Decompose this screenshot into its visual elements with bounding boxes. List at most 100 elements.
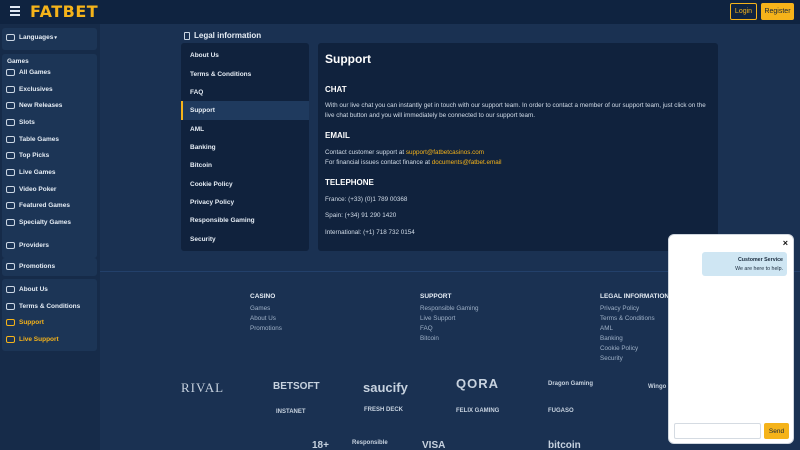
top-picks-icon: [6, 152, 15, 159]
sidebar-item-live-games[interactable]: Live Games: [6, 169, 56, 176]
chat-agent-name: Customer Service: [737, 257, 783, 263]
footer-support-column: SUPPORT Responsible Gaming Live Support …: [420, 292, 478, 344]
legal-menu-bitcoin[interactable]: Bitcoin: [190, 162, 212, 169]
about-icon: [6, 286, 15, 293]
games-heading: Games: [7, 58, 29, 65]
video-poker-icon: [6, 186, 15, 193]
age-restriction-badge: 18+: [312, 440, 329, 450]
legal-heading: Legal information: [184, 31, 261, 40]
footer-link[interactable]: Cookie Policy: [600, 344, 669, 354]
chat-message-input[interactable]: [674, 423, 761, 439]
sidebar-item-about-us[interactable]: About Us: [6, 286, 48, 293]
support-content: Support CHAT With our live chat you can …: [318, 43, 718, 251]
email-heading: EMAIL: [325, 131, 350, 140]
sidebar-item-featured-games[interactable]: Featured Games: [6, 202, 70, 209]
sidebar-item-specialty-games[interactable]: Specialty Games: [6, 219, 71, 226]
chat-agent-message: We are here to help.: [735, 266, 783, 272]
sidebar-item-slots[interactable]: Slots: [6, 119, 35, 126]
footer-link[interactable]: Promotions: [250, 324, 282, 334]
provider-logo-dragon-gaming: Dragon Gaming: [548, 381, 594, 387]
sidebar-item-providers[interactable]: Providers: [6, 242, 49, 249]
footer-casino-heading: CASINO: [250, 293, 276, 300]
all-games-icon: [6, 69, 15, 76]
provider-logo-wingo: Wingo: [648, 384, 667, 390]
menu-icon[interactable]: [10, 6, 20, 16]
legal-menu-terms[interactable]: Terms & Conditions: [190, 71, 251, 78]
sidebar-item-support[interactable]: Support: [6, 319, 44, 326]
sidebar-item-video-poker[interactable]: Video Poker: [6, 186, 56, 193]
table-games-icon: [6, 136, 15, 143]
provider-logo-fresh-deck: FRESH DECK: [364, 407, 404, 413]
providers-icon: [6, 242, 15, 249]
chat-heading: CHAT: [325, 85, 347, 94]
phone-spain: Spain: (+34) 91 290 1420: [325, 212, 397, 219]
footer-link[interactable]: Games: [250, 304, 282, 314]
site-logo[interactable]: FATBET: [30, 2, 98, 21]
provider-logo-fugaso: FUGASO: [548, 408, 574, 414]
chat-icon: [6, 336, 15, 343]
sidebar-item-terms[interactable]: Terms & Conditions: [6, 303, 80, 310]
page-title: Support: [325, 52, 371, 66]
footer-legal-column: LEGAL INFORMATION Privacy Policy Terms &…: [600, 292, 669, 364]
provider-logo-betsoft: BETSOFT: [273, 381, 320, 392]
specialty-games-icon: [6, 219, 15, 226]
login-button[interactable]: Login: [730, 3, 757, 20]
legal-menu-support[interactable]: Support: [190, 107, 215, 114]
telephone-heading: TELEPHONE: [325, 178, 374, 187]
footer-link[interactable]: Terms & Conditions: [600, 314, 669, 324]
slots-icon: [6, 119, 15, 126]
sidebar: Languages ▾ Games All Games Exclusives Ne…: [0, 24, 100, 450]
footer-link[interactable]: Live Support: [420, 314, 478, 324]
chat-text: With our live chat you can instantly get…: [325, 102, 706, 119]
support-email-link[interactable]: support@fatbetcasinos.com: [406, 149, 484, 156]
finance-email-link[interactable]: documents@fatbet.email: [432, 159, 502, 166]
terms-icon: [6, 303, 15, 310]
email-line-finance: For financial issues contact finance at …: [325, 159, 502, 166]
sidebar-item-all-games[interactable]: All Games: [6, 69, 51, 76]
register-button[interactable]: Register: [761, 3, 794, 20]
live-games-icon: [6, 169, 15, 176]
provider-logo-rival: RIVAL: [181, 380, 225, 395]
languages-selector[interactable]: Languages ▾: [6, 34, 57, 41]
close-icon[interactable]: ×: [783, 238, 788, 248]
sidebar-item-exclusives[interactable]: Exclusives: [6, 86, 53, 93]
document-icon: [184, 31, 190, 40]
sidebar-item-promotions[interactable]: Promotions: [6, 263, 55, 270]
legal-menu-aml[interactable]: AML: [190, 126, 204, 133]
sidebar-item-live-support[interactable]: Live Support: [6, 336, 59, 343]
legal-menu-cookie-policy[interactable]: Cookie Policy: [190, 181, 233, 188]
footer-link[interactable]: FAQ: [420, 324, 478, 334]
exclusives-icon: [6, 86, 15, 93]
footer-link[interactable]: Responsible Gaming: [420, 304, 478, 314]
legal-menu-banking[interactable]: Banking: [190, 144, 216, 151]
chat-send-button[interactable]: Send: [764, 423, 789, 439]
chevron-down-icon: ▾: [54, 34, 57, 41]
sidebar-item-top-picks[interactable]: Top Picks: [6, 152, 49, 159]
legal-menu-privacy-policy[interactable]: Privacy Policy: [190, 199, 234, 206]
legal-menu: About Us Terms & Conditions FAQ Support …: [181, 43, 309, 251]
footer-link[interactable]: About Us: [250, 314, 282, 324]
sidebar-item-table-games[interactable]: Table Games: [6, 136, 59, 143]
legal-menu-faq[interactable]: FAQ: [190, 89, 203, 96]
globe-icon: [6, 34, 15, 41]
visa-logo: VISA: [422, 440, 446, 450]
footer-legal-heading: LEGAL INFORMATION: [600, 293, 670, 300]
sidebar-item-new-releases[interactable]: New Releases: [6, 102, 62, 109]
footer-link[interactable]: AML: [600, 324, 669, 334]
footer-link[interactable]: Bitcoin: [420, 334, 478, 344]
legal-menu-responsible-gaming[interactable]: Responsible Gaming: [190, 217, 255, 224]
footer-link[interactable]: Banking: [600, 334, 669, 344]
new-releases-icon: [6, 102, 15, 109]
footer-link[interactable]: Security: [600, 354, 669, 364]
legal-menu-about-us[interactable]: About Us: [190, 52, 219, 59]
legal-menu-security[interactable]: Security: [190, 236, 216, 243]
provider-logo-qora: QORA: [456, 376, 499, 391]
footer-casino-column: CASINO Games About Us Promotions: [250, 292, 282, 334]
bitcoin-logo: bitcoin: [548, 440, 581, 450]
top-bar: FATBET Login Register: [0, 0, 800, 24]
provider-logo-instanet: INSTANET: [276, 409, 306, 415]
footer-link[interactable]: Privacy Policy: [600, 304, 669, 314]
phone-france: France: (+33) (0)1 789 00368: [325, 196, 408, 203]
live-chat-widget: × Customer Service We are here to help. …: [668, 234, 794, 444]
featured-games-icon: [6, 202, 15, 209]
